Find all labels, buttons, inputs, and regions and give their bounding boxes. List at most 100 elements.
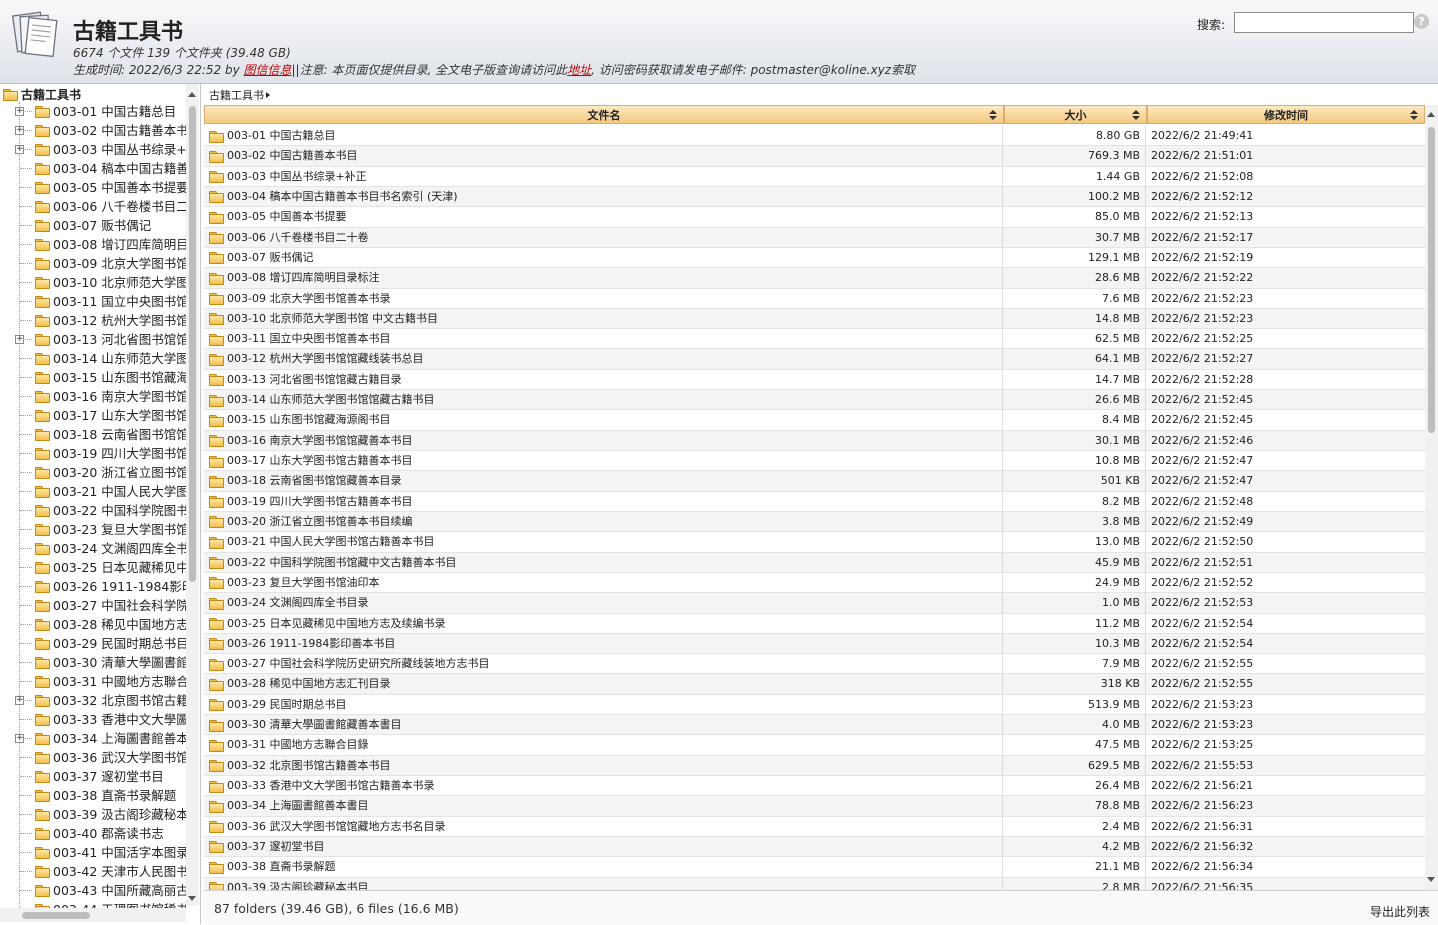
folder-name[interactable]: 003-09 北京大学图书馆善本书录 [227,289,390,309]
tree-item[interactable]: 003-25 日本见藏稀见中国地方志 [0,558,186,577]
folder-name[interactable]: 003-31 中國地方志聯合目錄 [227,735,368,755]
scroll-up-arrow[interactable] [1427,112,1435,117]
tree-item[interactable]: +003-32 北京图书馆古籍善本 [0,691,186,710]
table-row[interactable]: 003-21 中国人民大学图书馆古籍善本书目 13.0 MB 2022/6/2 21… [204,532,1425,553]
tree-item[interactable]: 003-26 1911-1984影印善本书目 [0,577,186,596]
name-cell[interactable]: 003-15 山东图书馆藏海源阁书目 [204,410,1003,431]
folder-name[interactable]: 003-37 邃初堂书目 [227,837,324,857]
name-cell[interactable]: 003-17 山东大学图书馆古籍善本书目 [204,451,1003,471]
name-cell[interactable]: 003-05 中国善本书提要 [204,207,1003,228]
folder-name[interactable]: 003-15 山东图书馆藏海源阁书目 [227,410,390,430]
table-row[interactable]: 003-12 杭州大学图书馆馆藏线装书总目 64.1 MB 2022/6/2 21:… [204,349,1425,370]
name-cell[interactable]: 003-38 直斋书录解题 [204,857,1003,878]
folder-name[interactable]: 003-13 河北省图书馆馆藏古籍目录 [227,370,401,390]
folder-name[interactable]: 003-38 直斋书录解题 [227,857,335,877]
table-row[interactable]: 003-27 中国社会科学院历史研究所藏线装地方志书目 7.9 MB 2022/6/… [204,654,1425,675]
name-cell[interactable]: 003-07 贩书偶记 [204,247,1003,268]
tree-item[interactable]: 003-27 中国社会科学院历史研究所 [0,596,186,615]
folder-name[interactable]: 003-26 1911-1984影印善本书目 [227,634,395,654]
name-cell[interactable]: 003-23 复旦大学图书馆油印本 [204,572,1003,593]
name-cell[interactable]: 003-12 杭州大学图书馆馆藏线装书总目 [204,349,1003,370]
folder-name[interactable]: 003-27 中国社会科学院历史研究所藏线装地方志书目 [227,654,489,674]
column-header-modified[interactable]: 修改时间 [1147,105,1425,124]
folder-name[interactable]: 003-18 云南省图书馆馆藏善本目录 [227,471,401,491]
table-row[interactable]: 003-38 直斋书录解题 21.1 MB 2022/6/2 21:56:34 [204,857,1425,878]
table-row[interactable]: 003-24 文渊阁四库全书目录 1.0 MB 2022/6/2 21:52:53 [204,593,1425,614]
column-header-name[interactable]: 文件名 [204,105,1004,124]
expand-icon[interactable]: + [15,126,24,135]
name-cell[interactable]: 003-21 中国人民大学图书馆古籍善本书目 [204,532,1003,553]
name-cell[interactable]: 003-13 河北省图书馆馆藏古籍目录 [204,369,1003,390]
tree-item[interactable]: +003-03 中国丛书综录+补正 [0,140,186,159]
folder-name[interactable]: 003-11 国立中央图书馆善本书目 [227,329,390,349]
folder-name[interactable]: 003-23 复旦大学图书馆油印本 [227,573,379,593]
tree-item[interactable]: 003-04 稿本中国古籍善本书目 [0,159,186,178]
folder-name[interactable]: 003-29 民国时期总书目 [227,695,346,715]
folder-name[interactable]: 003-01 中国古籍总目 [227,126,335,146]
help-icon[interactable]: ? [1414,14,1429,29]
tree-item[interactable]: 003-30 清華大學圖書館藏 [0,653,186,672]
tree-item[interactable]: 003-21 中国人民大学图书馆 [0,482,186,501]
expand-icon[interactable]: + [15,335,24,344]
table-row[interactable]: 003-01 中国古籍总目 8.80 GB 2022/6/2 21:49:41 [204,126,1425,147]
folder-name[interactable]: 003-32 北京图书馆古籍善本书目 [227,756,390,776]
breadcrumb[interactable]: 古籍工具书 [209,87,270,103]
tree-item[interactable]: 003-10 北京师范大学图书馆 [0,273,186,292]
tree-item[interactable]: 003-36 武汉大学图书馆馆藏 [0,748,186,767]
tree-item[interactable]: 003-12 杭州大学图书馆馆藏 [0,311,186,330]
tree-item[interactable]: 003-18 云南省图书馆馆藏 [0,425,186,444]
tree-item[interactable]: 003-43 中国所藏高丽古籍 [0,881,186,900]
name-cell[interactable]: 003-33 香港中文大学图书馆古籍善本书录 [204,776,1003,796]
tree-item[interactable]: 003-08 增订四库简明目录 [0,235,186,254]
name-cell[interactable]: 003-09 北京大学图书馆善本书录 [204,288,1003,309]
table-row[interactable]: 003-09 北京大学图书馆善本书录 7.6 MB 2022/6/2 21:52:2… [204,288,1425,309]
folder-name[interactable]: 003-05 中国善本书提要 [227,207,346,227]
name-cell[interactable]: 003-30 清華大學圖書館藏善本書目 [204,715,1003,736]
name-cell[interactable]: 003-29 民国时期总书目 [204,694,1003,715]
scroll-up-arrow[interactable] [188,92,196,97]
folder-name[interactable]: 003-19 四川大学图书馆古籍善本书目 [227,492,412,512]
folder-name[interactable]: 003-06 八千卷楼书目二十卷 [227,228,368,248]
name-cell[interactable]: 003-27 中国社会科学院历史研究所藏线装地方志书目 [204,654,1003,675]
scroll-down-arrow[interactable] [1427,877,1435,882]
name-cell[interactable]: 003-25 日本见藏稀见中国地方志及续编书录 [204,613,1003,634]
table-row[interactable]: 003-26 1911-1984影印善本书目 10.3 MB 2022/6/2 21… [204,633,1425,655]
folder-name[interactable]: 003-34 上海圖書館善本書目 [227,796,368,816]
tree-item[interactable]: 003-07 贩书偶记 [0,216,186,235]
tree-item[interactable]: 003-20 浙江省立图书馆善本 [0,463,186,482]
table-row[interactable]: 003-29 民国时期总书目 513.9 MB 2022/6/2 21:53:23 [204,694,1425,716]
table-row[interactable]: 003-18 云南省图书馆馆藏善本目录 501 KB 2022/6/2 21:52:… [204,471,1425,492]
expand-icon[interactable]: + [15,145,24,154]
name-cell[interactable]: 003-37 邃初堂书目 [204,836,1003,857]
scroll-thumb[interactable] [1428,127,1435,433]
expand-icon[interactable]: + [15,107,24,116]
folder-name[interactable]: 003-14 山东师范大学图书馆馆藏古籍书目 [227,390,434,410]
tree-item[interactable]: +003-02 中国古籍善本书目 [0,121,186,140]
tree-item[interactable]: +003-01 中国古籍总目 [0,102,186,121]
name-cell[interactable]: 003-34 上海圖書館善本書目 [204,796,1003,817]
tree-item[interactable]: 003-42 天津市人民图书馆 [0,862,186,881]
tree-root[interactable]: 古籍工具书 [3,86,81,103]
name-cell[interactable]: 003-02 中国古籍善本书目 [204,146,1003,167]
export-list-link[interactable]: 导出此列表 [1370,903,1430,920]
folder-name[interactable]: 003-24 文渊阁四库全书目录 [227,593,368,613]
folder-name[interactable]: 003-08 增订四库简明目录标注 [227,268,379,288]
table-row[interactable]: 003-33 香港中文大学图书馆古籍善本书录 26.4 MB 2022/6/2 21… [204,776,1425,797]
name-cell[interactable]: 003-28 稀见中国地方志汇刊目录 [204,674,1003,695]
sidebar-vertical-scrollbar[interactable] [186,84,199,906]
table-row[interactable]: 003-05 中国善本书提要 85.0 MB 2022/6/2 21:52:13 [204,207,1425,228]
search-input[interactable] [1234,12,1414,33]
table-row[interactable]: 003-10 北京师范大学图书馆 中文古籍书目 14.8 MB 2022/6/2 2… [204,308,1425,330]
expand-icon[interactable]: + [15,696,24,705]
table-row[interactable]: 003-08 增订四库简明目录标注 28.6 MB 2022/6/2 21:52:2… [204,268,1425,289]
tree-item[interactable]: 003-39 汲古阁珍藏秘本书目 [0,805,186,824]
folder-name[interactable]: 003-22 中国科学院图书馆藏中文古籍善本书目 [227,553,456,573]
vendor-link[interactable]: 图信信息 [244,63,292,77]
name-cell[interactable]: 003-16 南京大学图书馆馆藏善本书目 [204,430,1003,451]
folder-name[interactable]: 003-36 武汉大学图书馆馆藏地方志书名目录 [227,817,445,837]
scroll-down-arrow[interactable] [188,896,196,901]
table-row[interactable]: 003-14 山东师范大学图书馆馆藏古籍书目 26.6 MB 2022/6/2 21… [204,390,1425,411]
tree-item[interactable]: 003-31 中國地方志聯合目錄 [0,672,186,691]
name-cell[interactable]: 003-10 北京师范大学图书馆 中文古籍书目 [204,308,1003,329]
tree-item[interactable]: 003-28 稀见中国地方志汇刊 [0,615,186,634]
